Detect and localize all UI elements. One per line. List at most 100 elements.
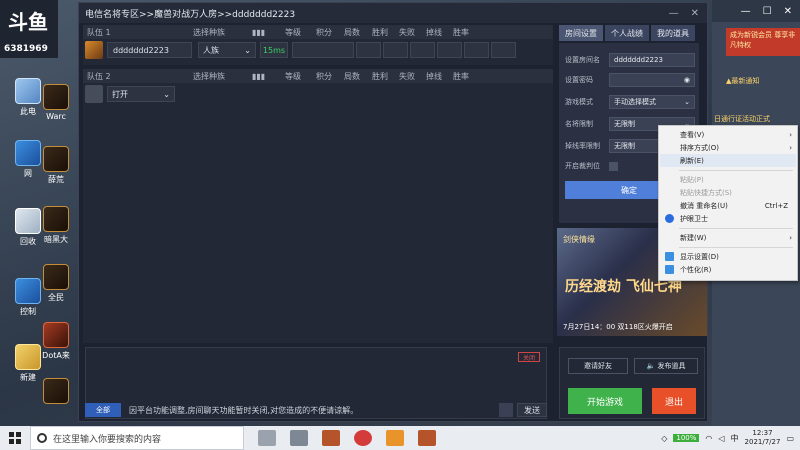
menu-separator: [679, 228, 793, 229]
desktop-icon-game-2[interactable]: 薛荒: [30, 146, 82, 185]
col-level: 等级: [285, 27, 301, 37]
menu-item-display-settings[interactable]: 显示设置(D): [660, 250, 796, 263]
drop-limit-label: 掉线率限制: [565, 142, 600, 150]
tab-room-settings[interactable]: 房间设置: [559, 25, 603, 41]
team2-slot-row: 打开 ⌄: [85, 85, 175, 103]
team1-player-row: ddddddd2223 人族 ⌄ 15ms: [85, 41, 516, 59]
menu-item-refresh[interactable]: 刷新(E): [660, 154, 796, 167]
col-race: 选择种族: [193, 27, 225, 37]
actions-panel: 邀请好友 🔈 发布道具 开始游戏 退出: [559, 347, 705, 419]
close-icon[interactable]: ✕: [691, 8, 699, 19]
tab-personal-record[interactable]: 个人战绩: [605, 25, 649, 41]
notice-link[interactable]: 日通行证活动正式: [714, 114, 770, 124]
avatar[interactable]: [85, 41, 103, 59]
volume-icon[interactable]: ◁: [718, 434, 724, 443]
chat-scope-select[interactable]: 全部: [85, 403, 121, 417]
room-name-input[interactable]: ddddddd2223: [609, 53, 695, 67]
col-level: 等级: [285, 71, 301, 81]
close-icon[interactable]: ✕: [784, 6, 792, 17]
dota-icon: [43, 322, 69, 348]
shield-tray-icon[interactable]: ◇: [661, 434, 667, 443]
app-icon[interactable]: [290, 430, 308, 446]
menu-item-paste[interactable]: 粘贴(P): [660, 173, 796, 186]
personalize-icon: [665, 265, 674, 274]
desktop-icon-game-4[interactable]: 全民: [30, 264, 82, 303]
right-tabs: 房间设置 个人战绩 我的道具: [559, 25, 695, 41]
player-name: ddddddd2223: [107, 42, 192, 58]
minimize-icon[interactable]: —: [741, 6, 751, 17]
task-view-icon[interactable]: [258, 430, 276, 446]
start-button[interactable]: [0, 426, 30, 450]
game-taskbar-icon[interactable]: [418, 430, 436, 446]
menu-item-undo-rename[interactable]: 撤消 重命名(U) Ctrl+Z: [660, 199, 796, 212]
clock-time: 12:37: [752, 429, 773, 437]
title-bar: 电信名将专区>>魔兽对战万人房>>ddddddd2223 — ✕: [79, 3, 707, 23]
ime-indicator[interactable]: 中: [731, 433, 739, 444]
col-winrate: 胜率: [453, 27, 469, 37]
race-select[interactable]: 人族 ⌄: [198, 42, 256, 58]
stat-cell: [410, 42, 435, 58]
menu-item-view[interactable]: 查看(V) ›: [660, 128, 796, 141]
col-race: 选择种族: [193, 71, 225, 81]
slot-state-select[interactable]: 打开 ⌄: [107, 86, 175, 102]
team2-header: 队伍 2 选择种族 ▮▮▮ 等级 积分 局数 胜利 失败 掉线 胜率: [83, 69, 553, 83]
banner-brand: 剑侠情缘: [563, 235, 595, 244]
eye-icon[interactable]: ◉: [684, 76, 690, 84]
stat-cell: [356, 42, 381, 58]
chevron-down-icon: ⌄: [163, 89, 170, 99]
mode-select[interactable]: 手动选择模式 ⌄: [609, 95, 695, 109]
game-icon: [43, 146, 69, 172]
menu-item-paste-shortcut[interactable]: 粘贴快捷方式(S): [660, 186, 796, 199]
clock[interactable]: 12:37 2021/7/27: [745, 429, 781, 447]
empty-avatar: [85, 85, 103, 103]
invite-friends-button[interactable]: 邀请好友: [568, 358, 628, 374]
warcraft-taskbar-icon[interactable]: [322, 430, 340, 446]
team1-panel: 队伍 1 选择种族 ▮▮▮ 等级 积分 局数 胜利 失败 掉线 胜率 ddddd…: [83, 25, 553, 65]
chevron-right-icon: ›: [789, 143, 792, 152]
menu-item-sort[interactable]: 排序方式(O) ›: [660, 141, 796, 154]
wifi-icon[interactable]: ◠: [705, 434, 712, 443]
chat-close-button[interactable]: 关闭: [518, 352, 540, 362]
exit-button[interactable]: 退出: [652, 388, 696, 414]
search-icon: [37, 433, 47, 443]
stat-cell: [292, 42, 354, 58]
vip-ad[interactable]: 成为新锐会员 尊享非凡特权: [726, 28, 800, 56]
help-icon[interactable]: [386, 430, 404, 446]
chat-notice: 因平台功能调整,房间聊天功能暂时关闭,对您造成的不便请谅解。: [129, 405, 359, 415]
password-input[interactable]: ◉: [609, 73, 695, 87]
desktop-icon-warcraft[interactable]: Warc: [30, 84, 82, 121]
team1-header: 队伍 1 选择种族 ▮▮▮ 等级 积分 局数 胜利 失败 掉线 胜率: [83, 25, 553, 39]
tab-my-items[interactable]: 我的道具: [651, 25, 695, 41]
emoji-icon[interactable]: [499, 403, 513, 417]
menu-item-new[interactable]: 新建(W) ›: [660, 231, 796, 244]
col-drops: 掉线: [426, 27, 442, 37]
publish-item-button[interactable]: 🔈 发布道具: [634, 358, 698, 374]
latest-notice[interactable]: ▲最新通知: [726, 76, 759, 86]
stat-cell: [437, 42, 462, 58]
room-name-label: 设置房间名: [565, 56, 600, 64]
battery-indicator[interactable]: 100%: [673, 434, 700, 442]
clock-date: 2021/7/27: [744, 438, 781, 446]
desktop-icon-dota[interactable]: DotA来: [30, 322, 82, 361]
stat-cell: [464, 42, 489, 58]
desktop-icon-game-5[interactable]: [30, 378, 82, 406]
race-value: 人族: [203, 45, 219, 55]
menu-item-eye-guard[interactable]: 护眼卫士: [660, 212, 796, 225]
display-icon: [665, 252, 674, 261]
send-button[interactable]: 发送: [517, 403, 547, 417]
menu-item-personalize[interactable]: 个性化(R): [660, 263, 796, 276]
start-game-button[interactable]: 开始游戏: [568, 388, 642, 414]
room-name-row: 设置房间名 ddddddd2223: [565, 53, 695, 67]
desktop-icon-game-3[interactable]: 暗黑大: [30, 206, 82, 245]
maximize-icon[interactable]: ☐: [763, 6, 772, 17]
netease-icon[interactable]: [354, 430, 372, 446]
stat-cell: [491, 42, 516, 58]
taskbar-search[interactable]: 在这里输入你要搜索的内容: [30, 426, 244, 450]
streamer-logo: 斗鱼 6381969: [0, 0, 58, 58]
password-row: 设置密码 ◉: [565, 73, 695, 87]
mode-value: 手动选择模式: [614, 98, 656, 106]
observer-checkbox[interactable]: [609, 161, 618, 171]
col-losses: 失败: [399, 27, 415, 37]
minimize-icon[interactable]: —: [669, 8, 679, 19]
notification-icon[interactable]: ▭: [786, 434, 794, 443]
